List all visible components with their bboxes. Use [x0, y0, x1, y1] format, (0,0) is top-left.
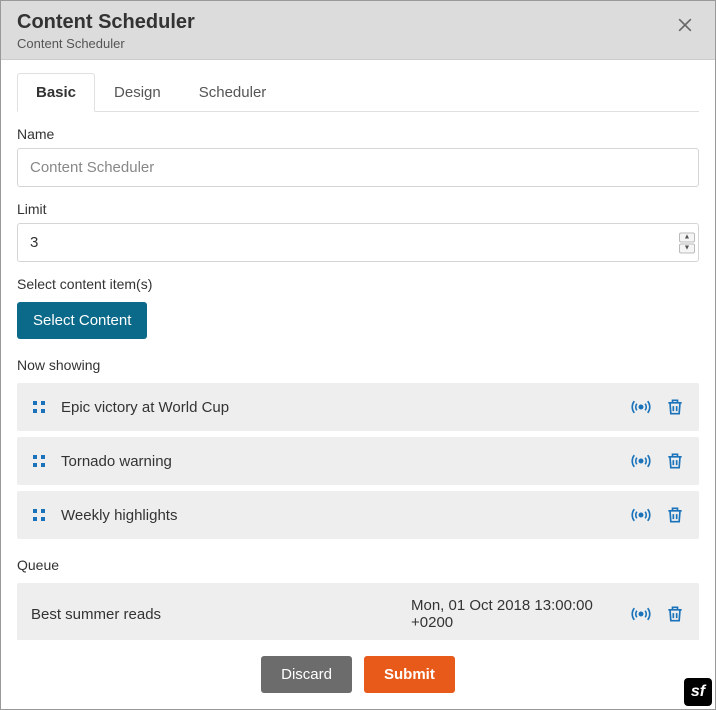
broadcast-icon[interactable] — [631, 604, 651, 624]
close-icon — [675, 15, 695, 35]
item-title: Epic victory at World Cup — [61, 399, 617, 416]
tab-design[interactable]: Design — [95, 73, 180, 112]
name-label: Name — [17, 126, 699, 142]
tab-scheduler[interactable]: Scheduler — [180, 73, 286, 112]
limit-spinner: ▲ ▼ — [679, 232, 695, 253]
limit-input[interactable] — [17, 223, 699, 262]
dialog-header: Content Scheduler Content Scheduler — [1, 1, 715, 60]
item-actions — [631, 397, 685, 417]
spinner-down[interactable]: ▼ — [679, 243, 695, 253]
submit-button[interactable]: Submit — [364, 656, 455, 693]
now-showing-item: Tornado warning — [17, 437, 699, 485]
now-showing-label: Now showing — [17, 357, 699, 373]
spinner-up[interactable]: ▲ — [679, 232, 695, 242]
trash-icon[interactable] — [665, 451, 685, 471]
broadcast-icon[interactable] — [631, 505, 651, 525]
item-actions — [631, 604, 685, 624]
tab-basic[interactable]: Basic — [17, 73, 95, 112]
header-titles: Content Scheduler Content Scheduler — [17, 11, 195, 51]
dialog-footer: Discard Submit — [1, 640, 715, 709]
drag-handle-icon[interactable] — [31, 507, 47, 523]
item-actions — [631, 505, 685, 525]
select-content-label: Select content item(s) — [17, 276, 699, 292]
now-showing-item: Epic victory at World Cup — [17, 383, 699, 431]
name-input[interactable] — [17, 148, 699, 187]
drag-handle-icon[interactable] — [31, 399, 47, 415]
dialog: Content Scheduler Content Scheduler Basi… — [0, 0, 716, 710]
item-title: Weekly highlights — [61, 507, 617, 524]
dialog-title: Content Scheduler — [17, 11, 195, 34]
trash-icon[interactable] — [665, 505, 685, 525]
symfony-badge[interactable]: sf — [684, 678, 712, 706]
limit-field: ▲ ▼ — [17, 223, 699, 262]
trash-icon[interactable] — [665, 604, 685, 624]
close-button[interactable] — [671, 11, 699, 44]
limit-label: Limit — [17, 201, 699, 217]
dialog-subtitle: Content Scheduler — [17, 36, 195, 51]
drag-handle-icon[interactable] — [31, 453, 47, 469]
item-title: Tornado warning — [61, 453, 617, 470]
now-showing-item: Weekly highlights — [17, 491, 699, 539]
discard-button[interactable]: Discard — [261, 656, 352, 693]
item-time: Mon, 01 Oct 2018 13:00:00 +0200 — [411, 597, 611, 631]
dialog-body: Basic Design Scheduler Name Limit ▲ ▼ Se… — [1, 60, 715, 640]
queue-item: Best summer reads Mon, 01 Oct 2018 13:00… — [17, 583, 699, 640]
trash-icon[interactable] — [665, 397, 685, 417]
tabs: Basic Design Scheduler — [17, 72, 699, 112]
select-content-button[interactable]: Select Content — [17, 302, 147, 339]
broadcast-icon[interactable] — [631, 397, 651, 417]
queue-label: Queue — [17, 557, 699, 573]
broadcast-icon[interactable] — [631, 451, 651, 471]
item-actions — [631, 451, 685, 471]
item-title: Best summer reads — [31, 606, 397, 623]
